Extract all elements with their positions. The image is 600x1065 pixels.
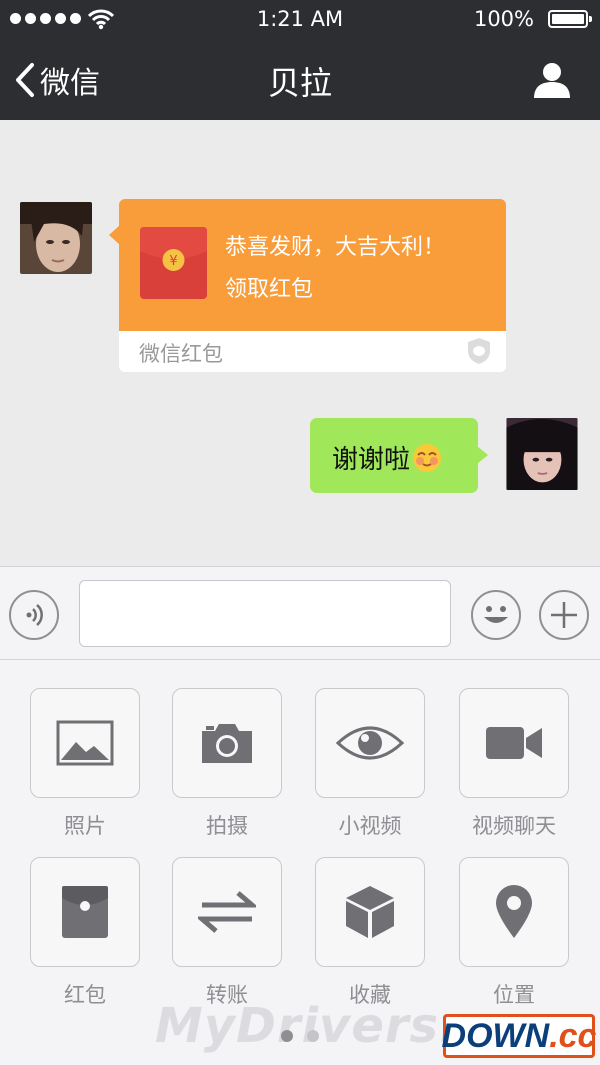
short-video-button[interactable]: [315, 688, 425, 798]
red-envelope-icon: ¥: [140, 227, 207, 299]
red-packet-button[interactable]: [30, 857, 140, 967]
location-button[interactable]: [459, 857, 569, 967]
cube-icon: [346, 886, 394, 938]
photo-label: 照片: [64, 814, 106, 838]
photo-button[interactable]: [30, 688, 140, 798]
red-packet-icon: [62, 886, 108, 938]
red-packet-greeting: 恭喜发财，大吉大利！: [225, 235, 446, 260]
contact-profile-icon[interactable]: [532, 60, 572, 100]
transfer-button[interactable]: [172, 857, 282, 967]
red-packet-message[interactable]: ¥ 恭喜发财，大吉大利！ 领取红包 微信红包: [109, 199, 506, 372]
camera-icon: [202, 724, 252, 763]
photo-icon: [56, 720, 114, 766]
emoji-button[interactable]: [471, 590, 521, 640]
input-bar: [0, 566, 600, 660]
more-options-button[interactable]: [539, 590, 589, 640]
transfer-icon: [198, 891, 256, 933]
eye-icon: [335, 726, 405, 760]
video-chat-button[interactable]: [459, 688, 569, 798]
plus-icon: [551, 602, 577, 628]
favorites-button[interactable]: [315, 857, 425, 967]
location-pin-icon: [496, 885, 532, 938]
message-text: 谢谢啦: [332, 445, 411, 475]
battery-icon: [548, 10, 592, 28]
navigation-bar: 微信 贝拉: [0, 40, 600, 120]
camera-button[interactable]: [172, 688, 282, 798]
smiley-face-icon: [484, 606, 508, 623]
video-camera-icon: [486, 727, 542, 759]
shield-icon: [468, 338, 490, 364]
chat-area[interactable]: ¥ 恭喜发财，大吉大利！ 领取红包 微信红包 谢谢啦: [0, 120, 600, 566]
red-packet-footer: 微信红包: [119, 331, 506, 372]
page-dot-1[interactable]: [281, 1030, 293, 1042]
voice-input-button[interactable]: [9, 590, 59, 640]
down-cc-logo: DOWN .cc: [442, 1014, 596, 1058]
camera-label: 拍摄: [206, 814, 248, 838]
red-packet-body: ¥ 恭喜发财，大吉大利！ 领取红包: [119, 199, 506, 331]
svg-text:¥: ¥: [169, 254, 177, 269]
red-packet-source: 微信红包: [139, 342, 223, 366]
battery-percentage: 100%: [473, 7, 534, 31]
message-input[interactable]: [79, 580, 451, 647]
page-title: 贝拉: [267, 64, 332, 102]
my-avatar[interactable]: [506, 418, 578, 490]
contact-avatar[interactable]: [20, 202, 92, 274]
video-chat-label: 视频聊天: [472, 814, 556, 838]
outgoing-message-text: 谢谢啦: [332, 439, 442, 476]
red-packet-label: 红包: [64, 983, 106, 1007]
short-video-label: 小视频: [338, 814, 402, 838]
red-packet-action: 领取红包: [225, 277, 314, 302]
status-bar: 1:21 AM 100%: [0, 0, 600, 40]
page-dot-2[interactable]: [307, 1030, 319, 1042]
more-options-panel: 照片 拍摄 小视频 视频聊天 红包 转账 收藏 位置 MyDrivers.com…: [0, 660, 600, 1065]
voice-icon: [26, 604, 43, 626]
blushing-emoji-icon: [413, 443, 442, 472]
outgoing-message-bubble[interactable]: 谢谢啦: [310, 418, 488, 493]
